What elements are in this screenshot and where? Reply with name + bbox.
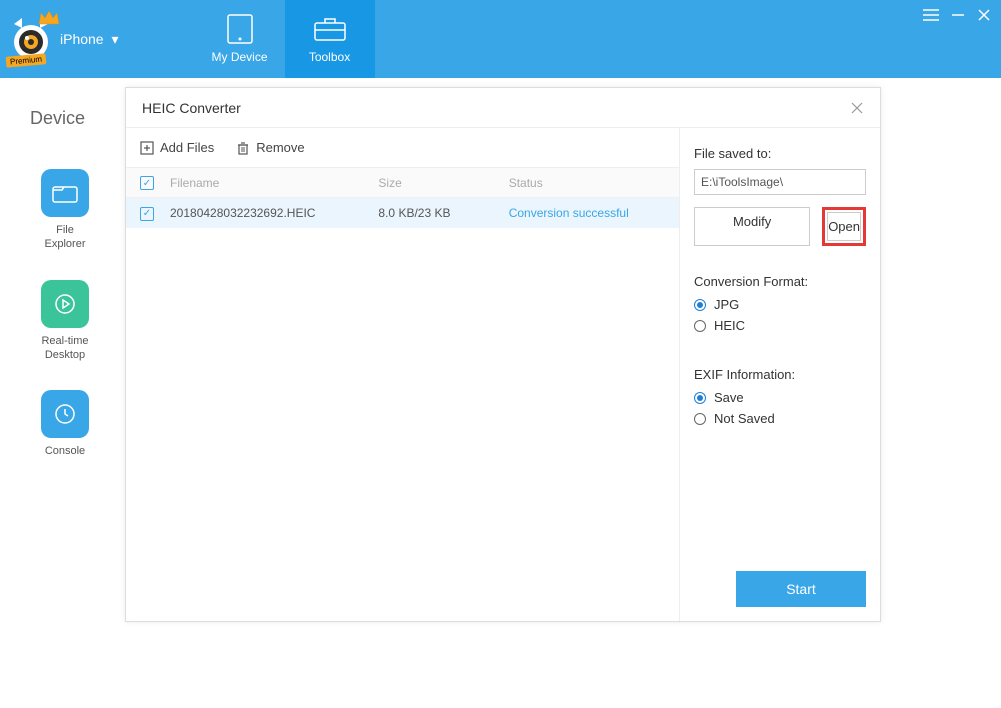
tab-toolbox[interactable]: Toolbox [285,0,375,78]
device-selector[interactable]: iPhone ▾ [60,31,119,48]
open-button[interactable]: Open [827,212,861,241]
trash-icon [236,141,250,155]
row-size: 8.0 KB/23 KB [378,206,508,220]
tab-label: Toolbox [309,50,350,64]
dialog-title: HEIC Converter [142,100,241,116]
minimize-icon[interactable] [951,8,965,22]
exif-radio-group: Save Not Saved [694,390,866,432]
row-status: Conversion successful [509,206,665,220]
top-header: Premium iPhone ▾ My Device Toolbox [0,0,1001,78]
exif-option-not-saved[interactable]: Not Saved [694,411,866,426]
column-filename[interactable]: Filename [170,176,378,190]
exif-option-save[interactable]: Save [694,390,866,405]
settings-pane: File saved to: E:\iToolsImage\ Modify Op… [680,128,880,621]
window-controls [923,0,1001,78]
row-checkbox[interactable] [140,207,154,221]
radio-icon [694,392,706,404]
tile-file-explorer[interactable]: File Explorer [30,169,100,252]
select-all-checkbox[interactable] [140,176,154,190]
tab-label: My Device [212,50,268,64]
format-radio-group: JPG HEIC [694,297,866,339]
tile-label: Console [45,444,85,458]
tablet-icon [223,14,257,44]
file-list-header: Filename Size Status [126,168,679,198]
logo-area: Premium iPhone ▾ [0,0,135,78]
file-row[interactable]: 20180428032232692.HEIC 8.0 KB/23 KB Conv… [126,198,679,228]
nav-tabs: My Device Toolbox [195,0,375,78]
app-logo: Premium [8,16,54,62]
radio-icon [694,299,706,311]
radio-icon [694,320,706,332]
tile-console[interactable]: Console [30,390,100,458]
saved-to-label: File saved to: [694,146,866,161]
toolbox-icon [313,14,347,44]
radio-label: Save [714,390,744,405]
format-option-heic[interactable]: HEIC [694,318,866,333]
open-button-highlight: Open [822,207,866,246]
format-label: Conversion Format: [694,274,866,289]
folder-icon [41,169,89,217]
clock-icon [41,390,89,438]
device-name: iPhone [60,31,104,47]
save-path-input[interactable]: E:\iToolsImage\ [694,169,866,195]
format-option-jpg[interactable]: JPG [694,297,866,312]
row-filename: 20180428032232692.HEIC [170,206,378,220]
dialog-titlebar: HEIC Converter [126,88,880,128]
close-icon[interactable] [977,8,991,22]
caret-down-icon: ▾ [111,31,118,47]
button-label: Remove [256,140,304,155]
heic-converter-dialog: HEIC Converter Add Files Remove [125,87,881,622]
radio-icon [694,413,706,425]
file-list-pane: Add Files Remove Filename Size Status 20… [126,128,680,621]
radio-label: HEIC [714,318,745,333]
tile-realtime-desktop[interactable]: Real-time Desktop [30,280,100,363]
radio-label: Not Saved [714,411,775,426]
plus-box-icon [140,141,154,155]
toolbar: Add Files Remove [126,128,679,168]
premium-badge: Premium [6,53,47,67]
tile-label: Real-time Desktop [41,334,88,363]
tab-my-device[interactable]: My Device [195,0,285,78]
close-icon[interactable] [850,101,864,115]
column-status[interactable]: Status [509,176,665,190]
exif-label: EXIF Information: [694,367,866,382]
add-files-button[interactable]: Add Files [140,140,214,155]
button-label: Add Files [160,140,214,155]
remove-button[interactable]: Remove [236,140,304,155]
modify-button[interactable]: Modify [694,207,810,246]
play-icon [41,280,89,328]
tile-label: File Explorer [45,223,86,252]
start-button[interactable]: Start [736,571,866,607]
radio-label: JPG [714,297,739,312]
menu-icon[interactable] [923,8,939,22]
column-size[interactable]: Size [378,176,508,190]
